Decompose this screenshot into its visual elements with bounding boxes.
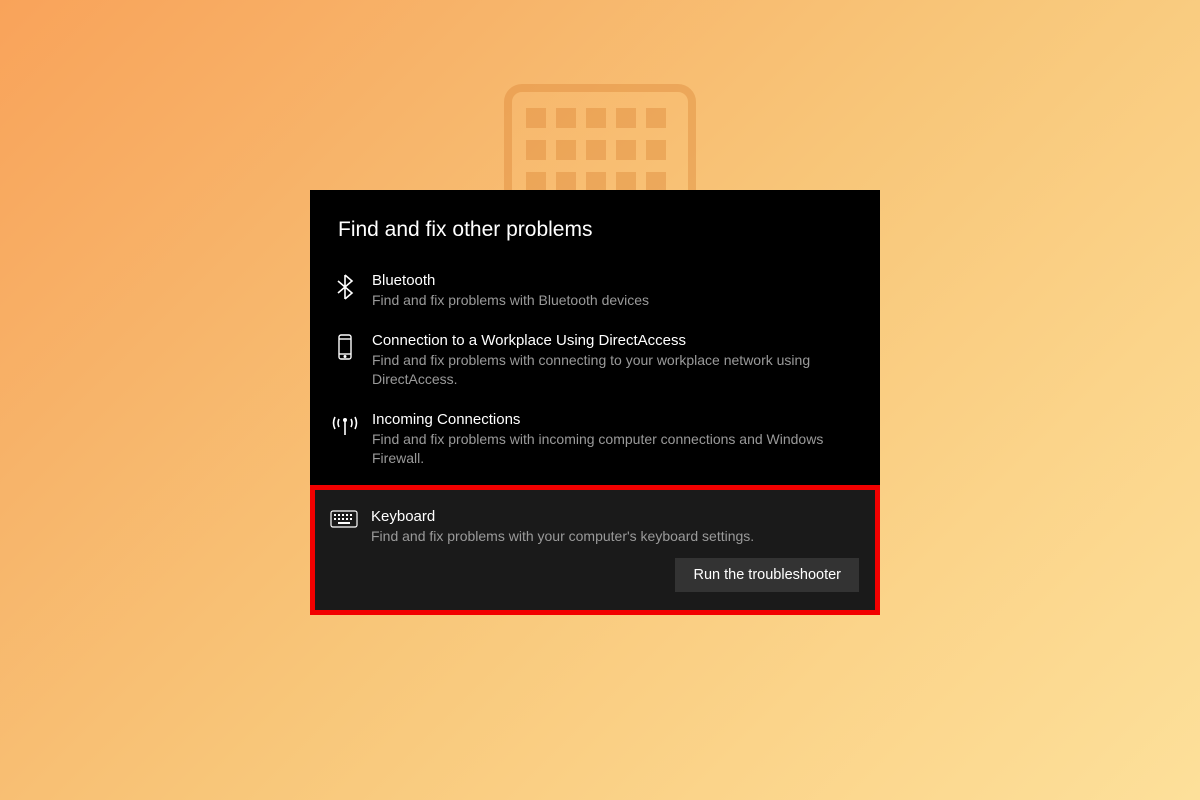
troubleshooter-item-directaccess[interactable]: Connection to a Workplace Using DirectAc… bbox=[310, 322, 880, 401]
phone-icon bbox=[330, 334, 360, 360]
panel-title: Find and fix other problems bbox=[310, 190, 880, 262]
item-desc: Find and fix problems with connecting to… bbox=[372, 351, 860, 389]
item-title: Connection to a Workplace Using DirectAc… bbox=[372, 332, 860, 349]
troubleshooter-item-incoming[interactable]: Incoming Connections Find and fix proble… bbox=[310, 401, 880, 480]
item-desc: Find and fix problems with Bluetooth dev… bbox=[372, 291, 860, 310]
highlighted-keyboard-section: Keyboard Find and fix problems with your… bbox=[310, 485, 880, 615]
item-title: Keyboard bbox=[371, 508, 861, 525]
item-desc: Find and fix problems with incoming comp… bbox=[372, 430, 860, 468]
bluetooth-icon bbox=[330, 274, 360, 300]
keyboard-icon bbox=[329, 510, 359, 528]
item-title: Bluetooth bbox=[372, 272, 860, 289]
troubleshooter-item-bluetooth[interactable]: Bluetooth Find and fix problems with Blu… bbox=[310, 262, 880, 322]
run-troubleshooter-button[interactable]: Run the troubleshooter bbox=[675, 558, 859, 592]
troubleshoot-panel: Find and fix other problems Bluetooth Fi… bbox=[310, 190, 880, 615]
troubleshooter-item-keyboard[interactable]: Keyboard Find and fix problems with your… bbox=[329, 504, 861, 558]
signal-icon bbox=[330, 413, 360, 437]
item-title: Incoming Connections bbox=[372, 411, 860, 428]
item-desc: Find and fix problems with your computer… bbox=[371, 527, 861, 546]
